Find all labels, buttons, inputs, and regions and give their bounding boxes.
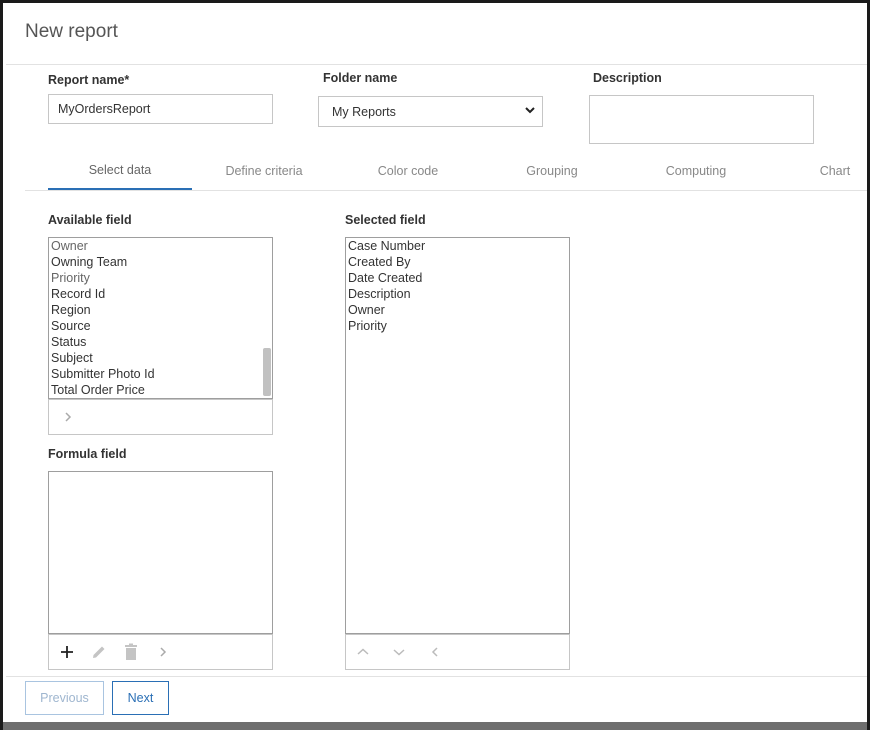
chevron-up-icon[interactable] <box>350 640 376 664</box>
report-dialog: New report Report name* Folder name My R… <box>0 0 870 730</box>
list-item[interactable]: Subject <box>49 350 262 366</box>
formula-field-label: Formula field <box>48 447 127 461</box>
available-field-label: Available field <box>48 213 132 227</box>
selected-field-label: Selected field <box>345 213 426 227</box>
chevron-right-icon[interactable] <box>150 640 176 664</box>
plus-icon[interactable] <box>54 640 80 664</box>
footer-divider <box>6 676 867 677</box>
tab-select-data[interactable]: Select data <box>48 151 192 190</box>
list-item[interactable]: Submitter Photo Id <box>49 366 262 382</box>
description-input[interactable] <box>589 95 814 144</box>
formula-field-list[interactable] <box>48 471 273 634</box>
list-item[interactable]: Source <box>49 318 262 334</box>
tab-define-criteria[interactable]: Define criteria <box>192 151 336 190</box>
chevron-down-icon <box>525 107 535 114</box>
list-item[interactable]: Owner <box>49 238 262 254</box>
list-item[interactable]: Record Id <box>49 286 262 302</box>
report-name-input[interactable] <box>48 94 273 124</box>
list-item[interactable]: Case Number <box>346 238 569 254</box>
selected-field-list[interactable]: Case Number Created By Date Created Desc… <box>345 237 570 634</box>
list-item[interactable]: Priority <box>346 318 569 334</box>
title-divider <box>6 64 867 65</box>
dialog-title: New report <box>25 21 118 42</box>
list-item[interactable]: Description <box>346 286 569 302</box>
folder-name-label: Folder name <box>323 71 398 85</box>
available-field-toolbar <box>48 399 273 435</box>
list-item[interactable]: Priority <box>49 270 262 286</box>
chevron-down-icon[interactable] <box>386 640 412 664</box>
list-item[interactable]: Owning Team <box>49 254 262 270</box>
available-field-list[interactable]: Owner Owning Team Priority Record Id Reg… <box>48 237 273 399</box>
pencil-icon[interactable] <box>86 640 112 664</box>
folder-name-value: My Reports <box>332 104 396 119</box>
tab-color-code[interactable]: Color code <box>336 151 480 190</box>
folder-name-select[interactable]: My Reports <box>318 96 543 127</box>
formula-field-toolbar <box>48 634 273 670</box>
report-tabs: Select data Define criteria Color code G… <box>25 151 867 191</box>
available-scrollbar-thumb[interactable] <box>263 348 271 396</box>
available-field-items: Owner Owning Team Priority Record Id Reg… <box>49 238 262 398</box>
list-item[interactable]: Total Order Price <box>49 382 262 398</box>
selected-field-toolbar <box>345 634 570 670</box>
next-button[interactable]: Next <box>112 681 169 715</box>
trash-icon[interactable] <box>118 640 144 664</box>
tabs-divider <box>25 190 867 191</box>
list-item[interactable]: Region <box>49 302 262 318</box>
tab-grouping[interactable]: Grouping <box>480 151 624 190</box>
tab-chart[interactable]: Chart <box>800 151 870 190</box>
report-name-label: Report name* <box>48 73 130 87</box>
list-item[interactable]: Status <box>49 334 262 350</box>
list-item[interactable]: Date Created <box>346 270 569 286</box>
list-item[interactable]: Owner <box>346 302 569 318</box>
tab-computing[interactable]: Computing <box>624 151 768 190</box>
description-label: Description <box>593 71 662 85</box>
chevron-left-icon[interactable] <box>422 640 448 664</box>
chevron-right-icon[interactable] <box>55 405 81 429</box>
bottom-edge-bar <box>3 722 867 730</box>
list-item[interactable]: Created By <box>346 254 569 270</box>
previous-button[interactable]: Previous <box>25 681 104 715</box>
